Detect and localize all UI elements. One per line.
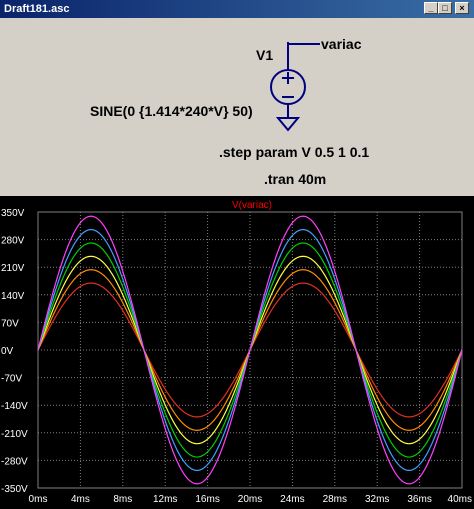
window-titlebar: Draft181.asc _ □ ×	[0, 0, 474, 18]
x-tick-label: 36ms	[407, 494, 431, 505]
ground-symbol	[275, 117, 301, 132]
y-tick-label: 350V	[1, 208, 25, 219]
waveform-plot-pane[interactable]: 350V 280V 210V 140V 70V 0V -70V -140V -210V -280V…	[0, 196, 474, 509]
y-tick-label: 70V	[1, 318, 19, 329]
y-tick-label: 140V	[1, 291, 25, 302]
x-tick-label: 24ms	[280, 494, 304, 505]
y-tick-label: 0V	[1, 346, 14, 357]
voltage-source-symbol[interactable]	[270, 42, 320, 118]
x-tick-label: 8ms	[113, 494, 132, 505]
y-tick-label: -210V	[1, 429, 28, 440]
x-tick-label: 20ms	[238, 494, 262, 505]
x-tick-label: 16ms	[195, 494, 219, 505]
y-tick-label: 280V	[1, 236, 25, 247]
window-title: Draft181.asc	[4, 3, 70, 15]
y-tick-label: -70V	[1, 374, 22, 385]
close-button[interactable]: ×	[455, 2, 469, 14]
source-name-label[interactable]: V1	[256, 47, 273, 63]
minimize-button[interactable]: _	[424, 2, 438, 14]
tran-directive[interactable]: .tran 40m	[264, 171, 326, 187]
y-tick-label: -350V	[1, 484, 28, 495]
x-tick-label: 12ms	[153, 494, 177, 505]
x-tick-label: 4ms	[71, 494, 90, 505]
x-tick-label: 0ms	[29, 494, 48, 505]
y-tick-label: -280V	[1, 456, 28, 467]
y-tick-label: -140V	[1, 401, 28, 412]
trace-label[interactable]: V(variac)	[232, 200, 272, 211]
x-tick-label: 40ms	[448, 494, 472, 505]
source-value-label[interactable]: SINE(0 {1.414*240*V} 50)	[90, 103, 253, 119]
x-tick-label: 32ms	[365, 494, 389, 505]
y-tick-label: 210V	[1, 263, 25, 274]
net-label[interactable]: variac	[321, 36, 361, 52]
step-directive[interactable]: .step param V 0.5 1 0.1	[219, 144, 369, 160]
x-tick-label: 28ms	[323, 494, 347, 505]
x-axis-ticks: 0ms 4ms 8ms 12ms 16ms 20ms 24ms 28ms 32ms 36ms 40m…	[29, 494, 472, 505]
schematic-pane[interactable]: V1 variac SINE(0 {1.414*240*V} 50) .step…	[0, 18, 474, 193]
maximize-button[interactable]: □	[438, 2, 452, 14]
y-axis-ticks: 350V 280V 210V 140V 70V 0V -70V -140V -210V -280V…	[1, 208, 28, 495]
waveform-plot[interactable]: 350V 280V 210V 140V 70V 0V -70V -140V -210V -280V…	[0, 196, 474, 509]
